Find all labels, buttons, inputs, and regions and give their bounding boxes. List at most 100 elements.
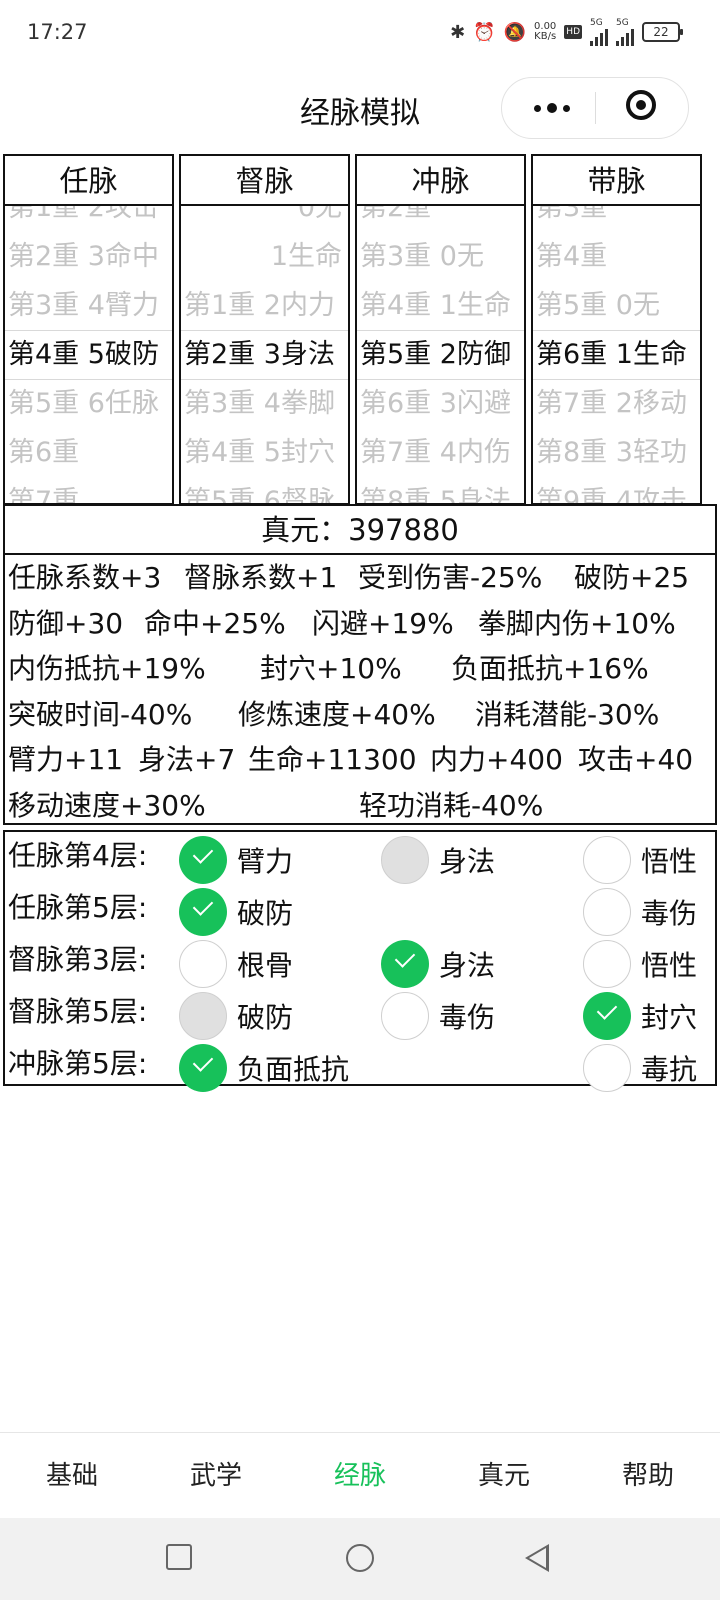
picker-option[interactable]: 第5重 0无	[533, 281, 700, 330]
mute-icon: 🔕	[503, 21, 527, 43]
meridian-picker[interactable]: 0无 1生命 第1重 2内力 第2重 3身法 第3重 4拳脚 第4重 5封穴 第5重 6督脉	[181, 206, 348, 503]
tab-0[interactable]: 基础	[0, 1433, 144, 1519]
stat-item: 命中+25%	[144, 606, 286, 640]
stat-item: 负面抵抗+16%	[451, 652, 649, 685]
checkbox-checked[interactable]	[179, 888, 227, 936]
picker-option[interactable]: 第2重 3命中	[5, 232, 172, 281]
picker-selection-line	[533, 379, 700, 380]
stat-item: 受到伤害-25%	[358, 561, 543, 594]
picker-option-selected[interactable]: 第4重 5破防	[5, 330, 172, 379]
checkbox-label[interactable]: 身法	[439, 946, 495, 986]
picker-option[interactable]: 第6重	[5, 428, 172, 477]
checkbox[interactable]	[179, 940, 227, 988]
back-icon[interactable]	[525, 1544, 549, 1572]
signal-icon: 5G	[590, 18, 608, 46]
picker-option[interactable]: 第4重	[533, 232, 700, 281]
stat-item: 督脉系数+1	[184, 561, 338, 594]
checkbox-disabled	[381, 836, 429, 884]
picker-option[interactable]: 第5重 6督脉	[181, 477, 348, 503]
meridian-column: 任脉 第1重 2攻击 第2重 3命中 第3重 4臂力 第4重 5破防 第5重 6任脉 第6重…	[3, 154, 174, 505]
more-icon[interactable]	[526, 78, 578, 138]
checkbox-label[interactable]: 封穴	[641, 998, 697, 1038]
checkbox[interactable]	[583, 940, 631, 988]
picker-selection-line	[533, 330, 700, 331]
tab-1[interactable]: 武学	[144, 1433, 288, 1519]
picker-option[interactable]: 第4重 5封穴	[181, 428, 348, 477]
status-time: 17:27	[27, 20, 88, 44]
meridian-column-title: 督脉	[181, 156, 348, 206]
checkbox-label[interactable]: 负面抵抗	[237, 1050, 349, 1090]
picker-option[interactable]: 第3重 0无	[357, 232, 524, 281]
checkbox-label[interactable]: 根骨	[237, 946, 293, 986]
checkbox[interactable]	[583, 888, 631, 936]
picker-option[interactable]: 第7重	[5, 477, 172, 503]
tab-4[interactable]: 帮助	[576, 1433, 720, 1519]
checkbox-checked[interactable]	[583, 992, 631, 1040]
picker-selection-line	[357, 379, 524, 380]
checkbox-label[interactable]: 臂力	[237, 842, 293, 882]
picker-option[interactable]: 第9重 4攻击	[533, 477, 700, 503]
stat-item: 生命+11300	[248, 743, 417, 776]
picker-option[interactable]: 第4重 1生命	[357, 281, 524, 330]
picker-option[interactable]: 第3重 4臂力	[5, 281, 172, 330]
checkbox[interactable]	[583, 836, 631, 884]
picker-option-selected[interactable]: 第5重 2防御	[357, 330, 524, 379]
picker-selection-line	[357, 330, 524, 331]
picker-option[interactable]: 0无	[181, 206, 348, 232]
stat-item: 封穴+10%	[260, 652, 402, 685]
checkbox-label[interactable]: 毒伤	[439, 998, 495, 1038]
checkbox-checked[interactable]	[179, 836, 227, 884]
picker-option[interactable]: 第6重 3闪避	[357, 379, 524, 428]
checkbox-disabled	[179, 992, 227, 1040]
capsule-divider	[595, 92, 596, 124]
stat-item: 修炼速度+40%	[238, 697, 436, 731]
net-speed: 0.00 KB/s	[534, 21, 557, 42]
system-nav-bar	[0, 1518, 720, 1600]
checkbox-checked[interactable]	[179, 1044, 227, 1092]
picker-option[interactable]: 第1重 2攻击	[5, 206, 172, 232]
checkbox-label[interactable]: 悟性	[641, 842, 697, 882]
checkbox-checked[interactable]	[381, 940, 429, 988]
stat-item: 防御+30	[8, 606, 124, 640]
picker-selection-line	[5, 330, 172, 331]
picker-selection-line	[5, 379, 172, 380]
checkbox-label[interactable]: 破防	[237, 894, 293, 934]
tab-bar: 基础 武学 经脉 真元 帮助	[0, 1432, 720, 1519]
picker-option[interactable]: 第3重 4拳脚	[181, 379, 348, 428]
tab-2[interactable]: 经脉	[288, 1433, 432, 1519]
home-icon[interactable]	[346, 1544, 374, 1572]
picker-option[interactable]: 第7重 4内伤	[357, 428, 524, 477]
status-bar: 17:27 ✱ ⏰ 🔕 0.00 KB/s HD 5G 5G 22	[0, 0, 720, 66]
checkbox-label[interactable]: 毒抗	[641, 1050, 697, 1090]
stat-item: 任脉系数+3	[8, 561, 162, 594]
stat-item: 破防+25	[574, 561, 690, 594]
status-icons: ✱ ⏰ 🔕 0.00 KB/s HD 5G 5G 22	[450, 18, 683, 46]
picker-option-selected[interactable]: 第6重 1生命	[533, 330, 700, 379]
close-icon[interactable]	[626, 90, 656, 120]
picker-option[interactable]: 第5重 6任脉	[5, 379, 172, 428]
picker-selection-line	[181, 379, 348, 380]
checkbox[interactable]	[583, 1044, 631, 1092]
picker-option[interactable]: 1生命	[181, 232, 348, 281]
picker-option[interactable]: 第8重 5身法	[357, 477, 524, 503]
recent-apps-icon[interactable]	[166, 1544, 192, 1570]
layer-label: 冲脉第5层:	[8, 1047, 148, 1080]
checkbox[interactable]	[381, 992, 429, 1040]
checkbox-label[interactable]: 破防	[237, 998, 293, 1038]
tab-3[interactable]: 真元	[432, 1433, 576, 1519]
meridian-picker[interactable]: 第1重 2攻击 第2重 3命中 第3重 4臂力 第4重 5破防 第5重 6任脉 第6重 第7…	[5, 206, 172, 503]
signal-icon-2: 5G	[616, 18, 634, 46]
picker-option[interactable]: 第3重	[533, 206, 700, 232]
checkbox-label[interactable]: 毒伤	[641, 894, 697, 934]
stat-item: 突破时间-40%	[8, 697, 193, 731]
checkbox-label[interactable]: 悟性	[641, 946, 697, 986]
meridian-picker[interactable]: 第2重 第3重 0无 第4重 1生命 第5重 2防御 第6重 3闪避 第7重 4内伤 第8重…	[357, 206, 524, 503]
picker-option[interactable]: 第1重 2内力	[181, 281, 348, 330]
checkbox-label[interactable]: 身法	[439, 842, 495, 882]
picker-option[interactable]: 第7重 2移动	[533, 379, 700, 428]
picker-option-selected[interactable]: 第2重 3身法	[181, 330, 348, 379]
picker-option[interactable]: 第8重 3轻功	[533, 428, 700, 477]
meridian-picker[interactable]: 第3重 第4重 第5重 0无 第6重 1生命 第7重 2移动 第8重 3轻功 第9重 4攻击	[533, 206, 700, 503]
zhenyuan-panel: 真元：397880 任脉系数+3 督脉系数+1 受到伤害-25% 破防+25 防御+30…	[3, 504, 717, 825]
picker-option[interactable]: 第2重	[357, 206, 524, 232]
